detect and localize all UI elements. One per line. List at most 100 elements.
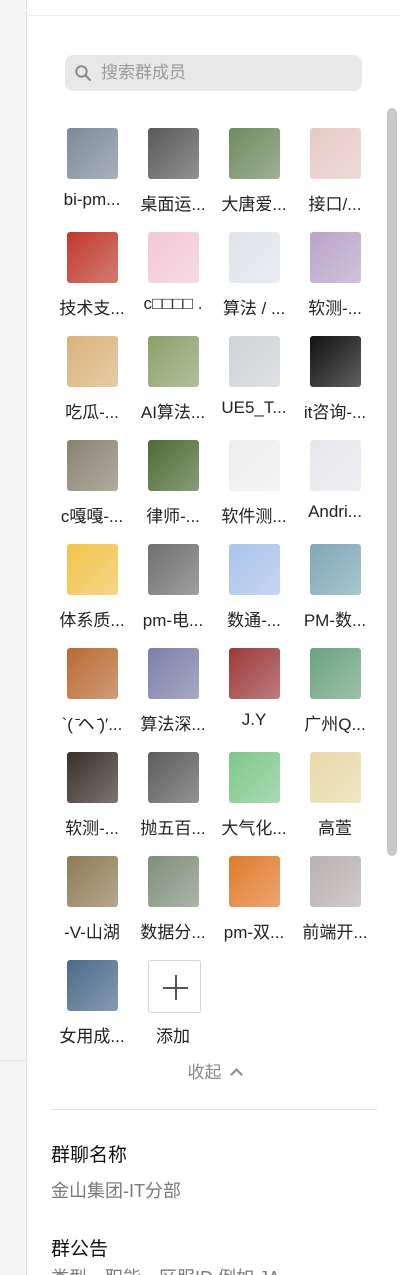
member-item[interactable]: AI算法... xyxy=(130,336,212,426)
announcement-title: 群公告 xyxy=(51,1239,109,1260)
member-item[interactable]: 桌面运... xyxy=(130,128,212,218)
member-item[interactable]: 女用成... xyxy=(49,960,131,1050)
member-name: Andri... xyxy=(308,502,362,521)
member-item[interactable]: 大气化... xyxy=(211,752,293,842)
member-item[interactable]: 大唐爱... xyxy=(211,128,293,218)
member-name: `( ̄ヘ ̄)′... xyxy=(61,715,123,734)
member-avatar xyxy=(67,336,118,387)
group-name-title: 群聊名称 xyxy=(51,1145,128,1166)
member-name: 软测-... xyxy=(308,299,362,318)
scrollbar[interactable] xyxy=(387,108,397,856)
member-avatar xyxy=(148,232,199,283)
member-avatar xyxy=(148,544,199,595)
member-avatar xyxy=(310,752,361,803)
member-name: 律师-... xyxy=(146,507,200,526)
member-name: 算法深... xyxy=(140,715,206,734)
member-item[interactable]: J.Y xyxy=(211,648,293,738)
group-info-panel: bi-pm... 桌面运... 大唐爱... 接口/... 技术支... c□□□□ . 算… xyxy=(26,0,400,1275)
member-item[interactable]: `( ̄ヘ ̄)′... xyxy=(49,648,131,738)
member-item[interactable]: c嘎嘎-... xyxy=(49,440,131,530)
member-avatar xyxy=(310,856,361,907)
member-item[interactable]: -V-山湖 xyxy=(49,856,131,946)
member-name: 软件测... xyxy=(221,507,287,526)
member-item[interactable]: 软测-... xyxy=(292,232,374,322)
member-name: c□□□□ . xyxy=(143,294,203,313)
section-divider xyxy=(51,1109,377,1110)
member-item[interactable]: c□□□□ . xyxy=(130,232,212,322)
member-item[interactable]: 吃瓜-... xyxy=(49,336,131,426)
member-item[interactable]: 抛五百... xyxy=(130,752,212,842)
member-item[interactable]: 数据分... xyxy=(130,856,212,946)
member-name: 软测-... xyxy=(65,819,119,838)
member-avatar xyxy=(67,960,118,1011)
add-member-button[interactable]: 添加 xyxy=(130,960,212,1050)
member-item[interactable]: Andri... xyxy=(292,440,374,530)
member-name: 大唐爱... xyxy=(221,195,287,214)
collapse-button[interactable]: 收起 xyxy=(27,1058,400,1083)
member-item[interactable]: 高萱 xyxy=(292,752,374,842)
member-avatar xyxy=(67,232,118,283)
member-name: 数通-... xyxy=(227,611,281,630)
member-item[interactable]: 算法深... xyxy=(130,648,212,738)
member-avatar xyxy=(148,752,199,803)
member-avatar xyxy=(310,336,361,387)
member-name: 大气化... xyxy=(221,819,287,838)
add-member-label: 添加 xyxy=(156,1027,190,1046)
member-avatar xyxy=(310,544,361,595)
member-name: 抛五百... xyxy=(140,819,206,838)
member-item[interactable]: 软件测... xyxy=(211,440,293,530)
member-name: 高萱 xyxy=(318,819,352,838)
member-name: -V-山湖 xyxy=(64,923,120,942)
member-name: pm-电... xyxy=(142,611,204,630)
member-name: 女用成... xyxy=(59,1027,125,1046)
chevron-up-icon xyxy=(229,1068,243,1081)
member-item[interactable]: 数通-... xyxy=(211,544,293,634)
member-avatar xyxy=(310,128,361,179)
member-name: AI算法... xyxy=(140,403,206,422)
member-avatar xyxy=(148,128,199,179)
group-name-value[interactable]: 金山集团-IT分部 xyxy=(51,1177,181,1203)
member-item[interactable]: pm-双... xyxy=(211,856,293,946)
member-name: J.Y xyxy=(241,710,267,729)
member-name: 广州Q... xyxy=(304,715,366,734)
member-name: bi-pm... xyxy=(63,190,121,209)
member-name: UE5_T... xyxy=(221,398,287,417)
member-avatar xyxy=(67,856,118,907)
search-input[interactable] xyxy=(101,63,341,83)
member-avatar xyxy=(67,648,118,699)
member-search[interactable] xyxy=(65,55,362,91)
member-item[interactable]: pm-电... xyxy=(130,544,212,634)
member-item[interactable]: it咨询-... xyxy=(292,336,374,426)
member-item[interactable]: 技术支... xyxy=(49,232,131,322)
member-avatar xyxy=(229,544,280,595)
member-name: 技术支... xyxy=(59,299,125,318)
member-avatar xyxy=(229,232,280,283)
member-avatar xyxy=(229,752,280,803)
member-name: it咨询-... xyxy=(303,403,367,422)
member-name: pm-双... xyxy=(223,923,285,942)
member-item[interactable]: UE5_T... xyxy=(211,336,293,426)
collapse-label: 收起 xyxy=(187,1063,222,1082)
member-avatar xyxy=(310,648,361,699)
announcement-value[interactable]: 类型、职能、区服ID 例如 JA... xyxy=(51,1264,295,1275)
member-item[interactable]: 律师-... xyxy=(130,440,212,530)
member-item[interactable]: 算法 / ... xyxy=(211,232,293,322)
member-avatar xyxy=(148,856,199,907)
member-avatar xyxy=(229,336,280,387)
member-name: 接口/... xyxy=(308,195,362,214)
member-item[interactable]: 前端开... xyxy=(292,856,374,946)
member-name: 吃瓜-... xyxy=(65,403,119,422)
member-name: PM-数... xyxy=(303,611,367,630)
member-item[interactable]: 体系质... xyxy=(49,544,131,634)
member-avatar xyxy=(310,440,361,491)
member-item[interactable]: bi-pm... xyxy=(49,128,131,218)
member-avatar xyxy=(148,336,199,387)
member-item[interactable]: 广州Q... xyxy=(292,648,374,738)
member-item[interactable]: 软测-... xyxy=(49,752,131,842)
member-item[interactable]: PM-数... xyxy=(292,544,374,634)
left-divider xyxy=(0,1060,26,1061)
member-item[interactable]: 接口/... xyxy=(292,128,374,218)
member-avatar xyxy=(229,856,280,907)
member-name: 桌面运... xyxy=(140,195,206,214)
member-avatar xyxy=(67,544,118,595)
